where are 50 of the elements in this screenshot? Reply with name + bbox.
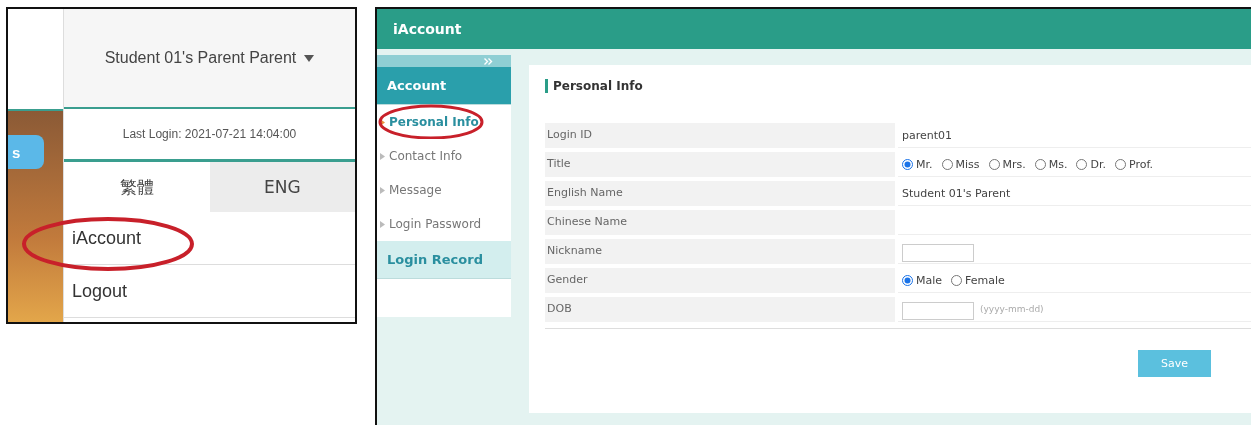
radio-button[interactable]	[1076, 158, 1088, 170]
field-label: DOB	[545, 297, 895, 322]
radio-button[interactable]	[941, 158, 953, 170]
sidebar-label: Contact Info	[389, 149, 463, 163]
radio-label: Male	[916, 273, 943, 287]
menu-item[interactable]: iAccount	[64, 212, 355, 265]
sidebar-label: Message	[389, 183, 442, 197]
field-value: Student 01's Parent	[902, 186, 1011, 200]
sidebar-item[interactable]: Login Password	[377, 207, 511, 241]
triangle-icon	[380, 220, 385, 228]
sidebar-section[interactable]: Login Record	[377, 241, 511, 279]
user-dropdown[interactable]: Student 01's Parent Parent	[64, 9, 355, 109]
field-label: Nickname	[545, 239, 895, 264]
input-field[interactable]	[902, 243, 974, 262]
triangle-icon	[380, 186, 385, 194]
radio-button[interactable]	[951, 274, 963, 286]
window-title: iAccount	[393, 21, 462, 37]
field-label: Login ID	[545, 123, 895, 148]
radio-label: Female	[965, 273, 1005, 287]
radio-label: Mr.	[916, 157, 933, 171]
caret-icon	[304, 54, 315, 62]
radio-label: Dr.	[1090, 157, 1106, 171]
radio-button[interactable]	[1114, 158, 1126, 170]
sidebar-section[interactable]: Account	[377, 67, 511, 105]
language-button[interactable]: ENG	[209, 162, 355, 212]
radio-label: Miss	[955, 157, 980, 171]
radio-button[interactable]	[902, 274, 913, 286]
sidebar-label: Personal Info	[389, 115, 479, 129]
sidebar-item[interactable]: Contact Info	[377, 139, 511, 173]
triangle-icon	[380, 152, 385, 160]
radio-label: Mrs.	[1002, 157, 1026, 171]
radio-button[interactable]	[988, 158, 1000, 170]
radio-label: Ms.	[1048, 157, 1068, 171]
field-label: Chinese Name	[545, 210, 895, 235]
radio-button[interactable]	[1034, 158, 1046, 170]
sidebar-item[interactable]: Personal Info	[377, 105, 511, 139]
menu-item[interactable]: Logout	[64, 265, 355, 318]
sidebar-item[interactable]: Message	[377, 173, 511, 207]
format-hint: (yyyy-mm-dd)	[980, 304, 1044, 314]
field-label: Title	[545, 152, 895, 177]
field-label: Gender	[545, 268, 895, 293]
section-title: Personal Info	[545, 79, 1251, 93]
double-chevron-icon	[484, 57, 493, 65]
radio-label: Prof.	[1128, 157, 1153, 171]
radio-button[interactable]	[902, 158, 913, 170]
triangle-icon	[380, 118, 385, 126]
field-value: parent01	[902, 128, 953, 142]
sidebar-label: Login Password	[389, 217, 482, 231]
input-field[interactable]	[902, 301, 974, 320]
field-label: English Name	[545, 181, 895, 206]
